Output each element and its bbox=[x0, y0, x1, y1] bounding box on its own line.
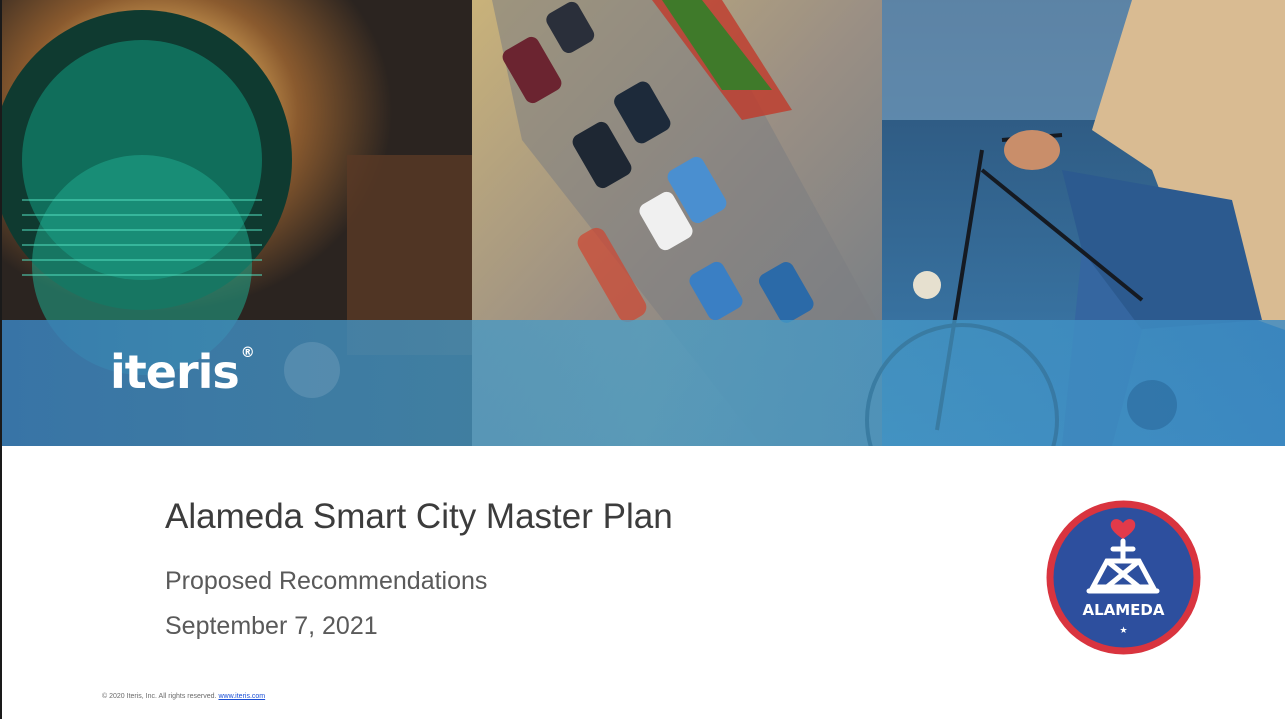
seal-star-icon: ★ bbox=[1119, 626, 1127, 636]
bike-lamp bbox=[913, 271, 941, 299]
slide-date: September 7, 2021 bbox=[165, 612, 378, 640]
iteris-logo: iteris ® bbox=[110, 345, 255, 399]
iteris-logo-text: iteris bbox=[110, 345, 240, 399]
copyright-text: © 2020 Iteris, Inc. All rights reserved. bbox=[102, 693, 217, 700]
slide-subtitle: Proposed Recommendations bbox=[165, 567, 488, 595]
slide-title: Alameda Smart City Master Plan bbox=[165, 497, 673, 536]
trademark-symbol: ® bbox=[240, 345, 255, 361]
iteris-website-link[interactable]: www.iteris.com bbox=[218, 693, 265, 700]
alameda-city-seal: ALAMEDA ★ bbox=[1046, 500, 1201, 655]
copyright-notice: © 2020 Iteris, Inc. All rights reserved.… bbox=[102, 693, 265, 700]
title-slide: iteris ® Alameda Smart City Master Plan P… bbox=[0, 0, 1285, 719]
seal-text: ALAMEDA bbox=[1082, 601, 1164, 619]
